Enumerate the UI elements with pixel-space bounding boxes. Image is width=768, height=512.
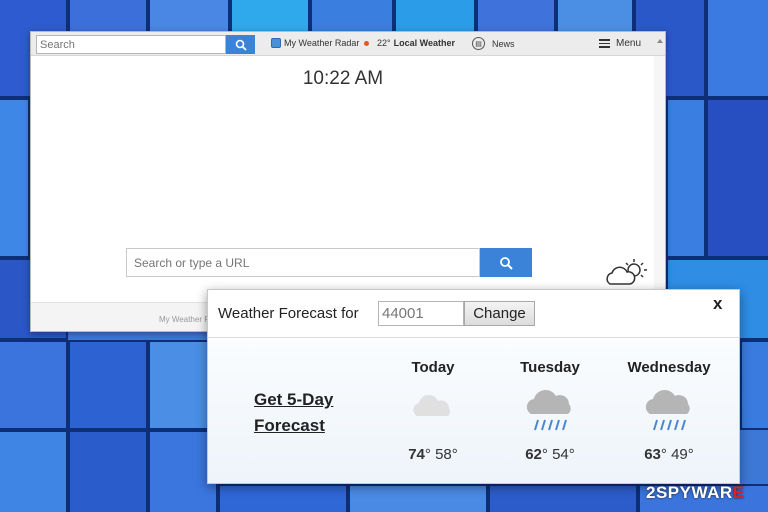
five-day-line2: Forecast <box>254 416 325 435</box>
site-watermark: 2SPYWARE <box>646 483 745 503</box>
forecast-label: Weather Forecast for <box>218 305 359 322</box>
news-link[interactable]: ▤ News <box>472 37 515 50</box>
day-temperatures: 74° 58° <box>408 446 458 463</box>
local-weather-link[interactable]: 22° Local Weather <box>364 38 455 48</box>
change-button[interactable]: Change <box>464 301 535 326</box>
url-search-button[interactable] <box>480 248 532 277</box>
browser-window: My Weather Radar 22° Local Weather ▤ New… <box>30 31 666 332</box>
watermark-red: E <box>732 483 745 502</box>
day-temperatures: 62° 54° <box>525 446 575 463</box>
toolbar-search-input[interactable] <box>36 35 226 54</box>
rain-cloud-icon <box>526 390 571 431</box>
scroll-up-arrow-icon[interactable] <box>657 39 663 43</box>
weather-widget-icon[interactable] <box>604 258 650 293</box>
day-name: Tuesday <box>520 359 580 376</box>
low-temp: 54° <box>552 446 575 463</box>
search-icon <box>500 256 513 270</box>
close-button[interactable]: x <box>713 294 722 314</box>
partly-cloudy-icon <box>606 259 647 285</box>
low-temp: 49° <box>671 446 694 463</box>
news-label: News <box>492 38 515 49</box>
five-day-forecast-link[interactable]: Get 5-Day Forecast <box>254 387 364 439</box>
search-icon <box>235 39 247 51</box>
high-temp: 63 <box>644 446 661 463</box>
clock-time: 10:22 AM <box>302 68 384 89</box>
high-temp: 62 <box>525 446 542 463</box>
day-temperatures: 63° 49° <box>644 446 694 463</box>
high-temp: 74 <box>408 446 425 463</box>
forecast-day-wednesday: Wednesday 63° 49° <box>619 359 719 463</box>
watermark-main: SPYWAR <box>655 483 733 502</box>
cloudy-icon <box>413 394 451 416</box>
forecast-day-today: Today 74° 58° <box>383 359 483 463</box>
watermark-prefix: 2 <box>646 483 656 502</box>
day-name: Wednesday <box>627 359 711 376</box>
my-weather-radar-link[interactable]: My Weather Radar <box>271 38 359 48</box>
five-day-line1: Get 5-Day <box>254 390 334 409</box>
day-name: Today <box>411 359 455 376</box>
zip-code-input[interactable] <box>378 301 464 326</box>
footer-text: My Weather R <box>159 315 209 324</box>
popup-header: Weather Forecast for Change x <box>208 290 739 338</box>
radar-icon <box>271 38 281 48</box>
hamburger-icon <box>599 39 610 48</box>
news-icon: ▤ <box>472 37 485 50</box>
forecast-day-tuesday: Tuesday 62° 54° <box>500 359 600 463</box>
weather-forecast-popup: Weather Forecast for Change x Get 5-Day … <box>207 289 740 484</box>
local-temperature: 22° <box>377 38 391 48</box>
menu-label: Menu <box>616 38 642 49</box>
menu-button[interactable]: Menu <box>599 38 641 49</box>
rain-cloud-icon <box>645 390 690 431</box>
my-weather-radar-label: My Weather Radar <box>284 38 360 48</box>
forecast-body: Get 5-Day Forecast Today 74° 58° Tuesday <box>208 339 739 483</box>
toolbar-search-button[interactable] <box>226 35 255 54</box>
local-weather-label: Local Weather <box>393 38 455 48</box>
low-temp: 58° <box>435 446 458 463</box>
url-search-input[interactable] <box>126 248 480 277</box>
extension-toolbar: My Weather Radar 22° Local Weather ▤ New… <box>31 32 665 56</box>
location-dot-icon <box>364 40 369 46</box>
